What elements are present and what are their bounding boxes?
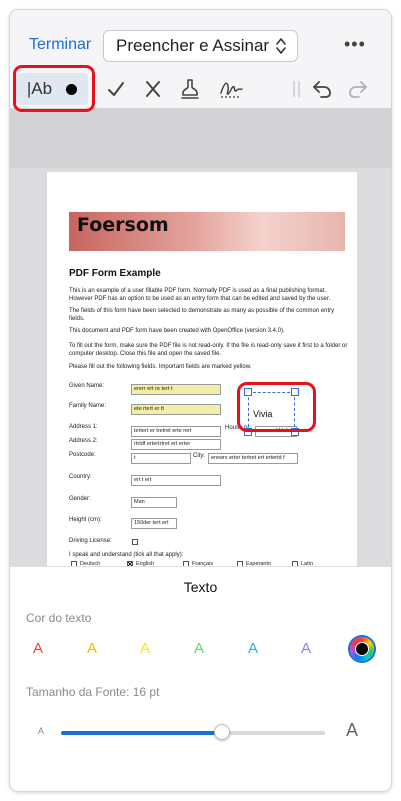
stamp-icon[interactable]: [179, 77, 201, 101]
mode-selector-label: Preencher e Assinar: [116, 36, 270, 55]
height-field[interactable]: 150der tert ert: [131, 518, 177, 529]
document-viewer[interactable]: Foersom PDF Form Example This is an exam…: [10, 108, 391, 567]
given-name-field[interactable]: ererr ert re tert t: [131, 384, 221, 395]
font-size-small-icon: A: [38, 726, 45, 736]
paragraph-fields: The fields of this form have been select…: [69, 308, 335, 322]
address2-label: Address 2:: [69, 438, 98, 444]
family-name-field[interactable]: ete rtert er tt: [131, 404, 221, 415]
country-label: Country:: [69, 474, 92, 480]
height-label: Height (cm):: [69, 517, 102, 523]
font-size-slider-thumb[interactable]: [214, 724, 231, 740]
color-swatch-green[interactable]: A: [194, 640, 204, 657]
country-select[interactable]: ert t ert: [131, 475, 221, 486]
driving-license-label: Driving License:: [69, 538, 112, 544]
sheet-title: Texto: [183, 579, 218, 595]
navigation-bar: Terminar Preencher e Assinar •••: [10, 10, 391, 70]
given-name-label: Given Name:: [69, 383, 105, 389]
gender-select[interactable]: Man: [131, 497, 177, 508]
undo-icon[interactable]: [310, 77, 334, 101]
color-swatch-red[interactable]: A: [33, 640, 43, 657]
text-options-sheet: Texto Cor do texto A A A A A A Tamanho d…: [10, 566, 391, 791]
driving-license-checkbox[interactable]: [132, 539, 138, 545]
page-gap: [10, 108, 391, 168]
font-size-slider-fill: [61, 731, 223, 735]
separator-icon: [293, 81, 300, 97]
signature-icon[interactable]: [218, 77, 244, 101]
paragraph-yellow: Please fill out the following fields. Im…: [69, 364, 252, 370]
color-swatch-orange[interactable]: A: [87, 640, 97, 657]
logo-text: Foersom: [77, 214, 169, 236]
paragraph-created: This document and PDF form have been cre…: [69, 328, 285, 334]
color-swatch-teal[interactable]: A: [248, 640, 258, 657]
done-button[interactable]: Terminar: [29, 36, 91, 54]
address2-field[interactable]: rtrtdf ertertrtret ert erter: [131, 439, 221, 450]
postcode-label: Postcode:: [69, 452, 96, 458]
city-label: City:: [193, 453, 205, 459]
highlight-text-tool: [13, 65, 95, 112]
chevron-updown-icon: [276, 38, 286, 54]
pdf-title: PDF Form Example: [69, 268, 161, 279]
text-color-label: Cor do texto: [26, 611, 92, 625]
postcode-field[interactable]: t: [131, 453, 191, 464]
family-name-label: Family Name:: [69, 403, 107, 409]
app-window: Terminar Preencher e Assinar ••• |Ab Foe…: [10, 10, 391, 791]
font-size-slider[interactable]: [61, 724, 325, 740]
pdf-page[interactable]: Foersom PDF Form Example This is an exam…: [47, 172, 357, 567]
gender-label: Gender:: [69, 496, 91, 502]
highlight-text-annotation: [237, 382, 316, 432]
redo-icon[interactable]: [346, 77, 370, 101]
address1-field[interactable]: tertert er tretret erte rert: [131, 426, 221, 437]
languages-label: I speak and understand (tick all that ap…: [69, 552, 184, 558]
city-field[interactable]: erewrs erter tertret ert ertertd f: [208, 453, 298, 464]
paragraph-instructions: To fill out the form, make sure the PDF …: [69, 343, 348, 357]
address1-label: Address 1:: [69, 424, 98, 430]
custom-color-picker-icon[interactable]: [350, 637, 374, 661]
cross-icon[interactable]: [143, 78, 163, 100]
color-swatch-purple[interactable]: A: [301, 640, 311, 657]
checkmark-icon[interactable]: [106, 78, 126, 100]
font-size-label: Tamanho da Fonte: 16 pt: [26, 685, 160, 699]
mode-selector[interactable]: Preencher e Assinar: [103, 30, 298, 62]
paragraph-intro: This is an example of a user fillable PD…: [69, 288, 331, 302]
more-icon[interactable]: •••: [344, 34, 366, 55]
color-swatch-yellow[interactable]: A: [140, 640, 150, 657]
font-size-large-icon: A: [346, 720, 359, 740]
